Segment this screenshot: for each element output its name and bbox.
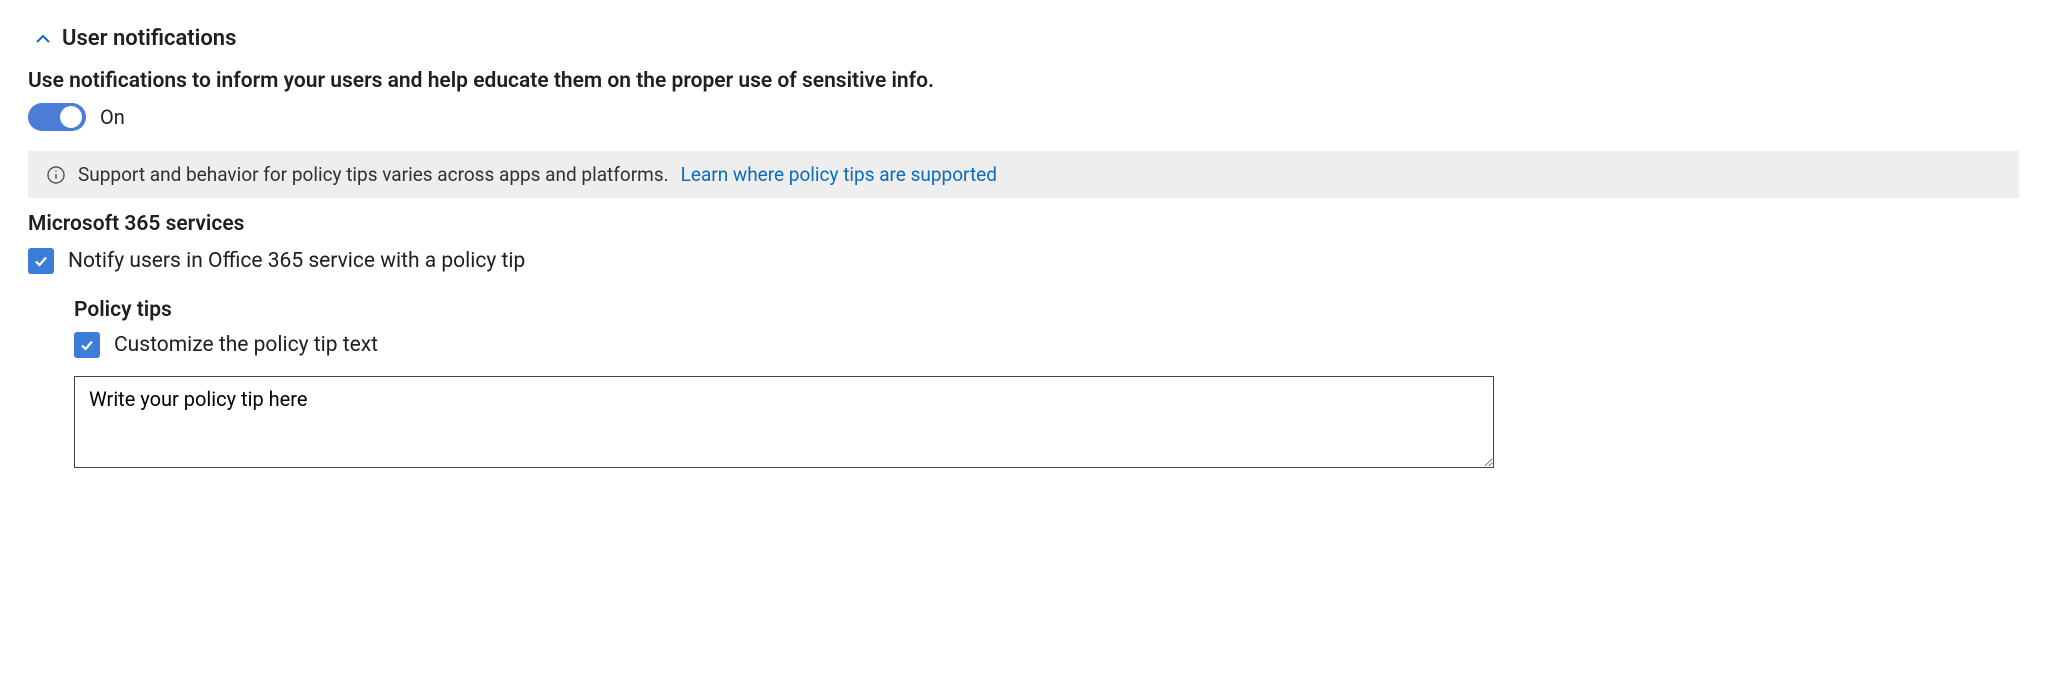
info-text: Support and behavior for policy tips var… [78,163,669,186]
section-header[interactable]: User notifications [34,26,2019,51]
notify-users-label: Notify users in Office 365 service with … [68,249,525,273]
toggle-state-label: On [100,105,125,129]
policy-tips-heading: Policy tips [74,298,2019,322]
learn-more-link[interactable]: Learn where policy tips are supported [681,163,997,186]
info-bar: Support and behavior for policy tips var… [28,151,2019,198]
policy-tip-textarea[interactable] [74,376,1494,468]
toggle-knob [60,106,82,128]
notify-users-checkbox-row: Notify users in Office 365 service with … [28,248,2019,274]
customize-tip-label: Customize the policy tip text [114,333,378,357]
services-heading: Microsoft 365 services [28,212,2019,236]
notify-users-checkbox[interactable] [28,248,54,274]
section-description: Use notifications to inform your users a… [28,69,2019,93]
policy-tips-section: Policy tips Customize the policy tip tex… [74,298,2019,473]
notifications-toggle-row: On [28,103,2019,131]
section-title: User notifications [62,26,236,51]
chevron-up-icon [34,30,52,48]
customize-tip-checkbox-row: Customize the policy tip text [74,332,2019,358]
customize-tip-checkbox[interactable] [74,332,100,358]
notifications-toggle[interactable] [28,103,86,131]
policy-tip-textarea-wrap [74,376,2019,473]
info-icon [46,165,66,185]
